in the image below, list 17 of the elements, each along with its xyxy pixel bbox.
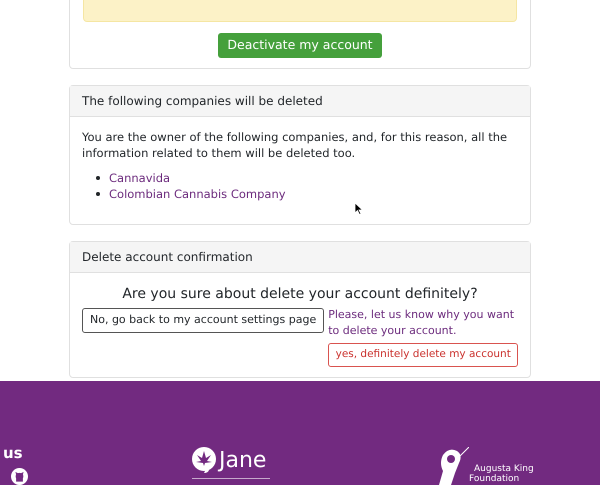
companies-description: You are the owner of the following companies, and, for this reason, all the information related to them will be deleted too. bbox=[82, 129, 508, 161]
feedback-link[interactable]: Please, let us know why you want to delete your account. bbox=[328, 307, 518, 339]
company-link[interactable]: Cannavida bbox=[109, 170, 170, 186]
jane-logo-text: Jane bbox=[219, 448, 266, 474]
back-button[interactable]: No, go back to my account settings page bbox=[82, 308, 324, 333]
footer-heading: us bbox=[3, 445, 24, 461]
card-title: The following companies will be deleted bbox=[82, 93, 323, 110]
foundation-name-line: Augusta King bbox=[474, 464, 534, 474]
confirmation-question: Are you sure about delete your account definitely? bbox=[121, 285, 479, 303]
mouse-cursor-icon bbox=[355, 203, 363, 215]
bullet-icon bbox=[96, 192, 100, 196]
card-title: Delete account confirmation bbox=[82, 249, 253, 266]
bullet-icon bbox=[96, 176, 100, 180]
foundation-name-line: Foundation bbox=[469, 474, 520, 484]
company-link[interactable]: Colombian Cannabis Company bbox=[109, 186, 286, 202]
delete-account-button[interactable]: yes, definitely delete my account bbox=[328, 343, 518, 367]
cannabis-leaf-icon bbox=[192, 447, 218, 475]
